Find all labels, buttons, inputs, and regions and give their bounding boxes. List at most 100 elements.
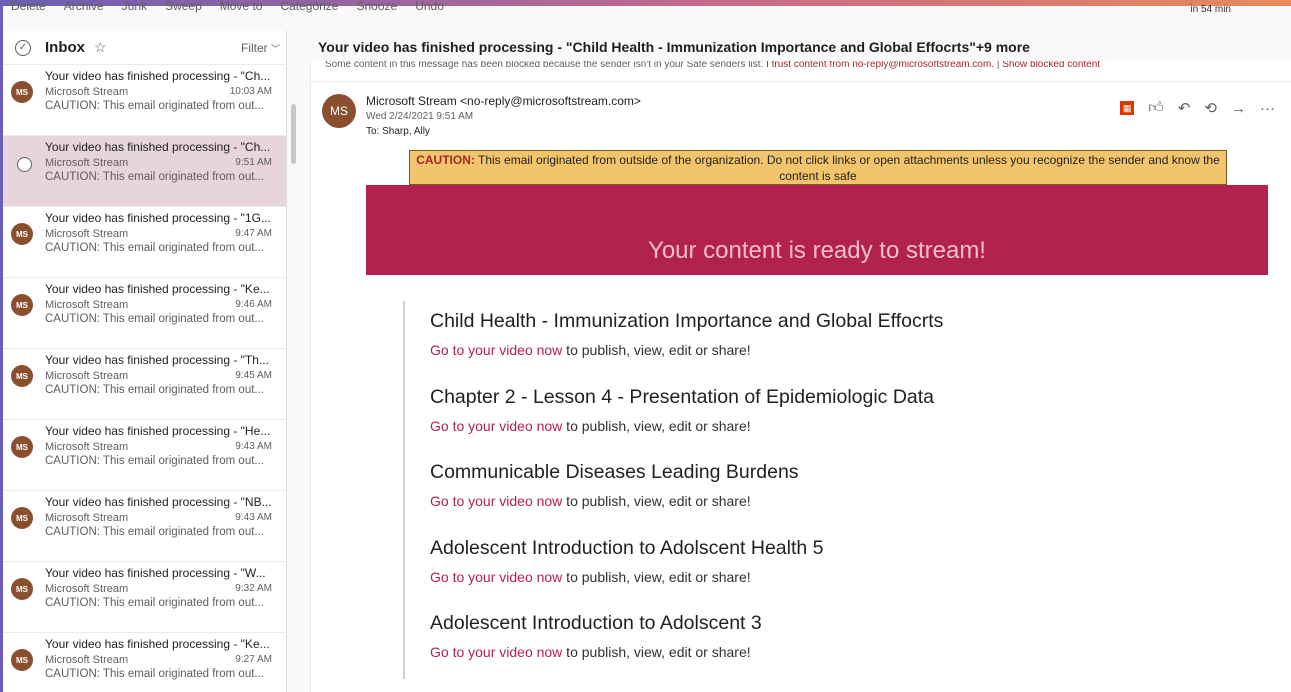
item-sender: Microsoft Stream [45,86,129,98]
caution-text: This email originated from outside of th… [478,153,1220,183]
list-item[interactable]: MS Your video has finished processing - … [3,562,286,633]
caution-label: CAUTION: [416,153,475,167]
item-sender: Microsoft Stream [45,441,129,453]
video-action-text: to publish, view, edit or share! [562,493,751,509]
avatar: MS [11,436,33,458]
toolbar-move-to[interactable]: Move to [220,0,263,13]
recipient-name[interactable]: Sharp, Ally [382,126,430,137]
toolbar-junk[interactable]: Junk [122,0,147,13]
avatar: MS [11,81,33,103]
item-preview: CAUTION: This email originated from out.… [45,597,264,609]
go-to-video-link[interactable]: Go to your video now [430,418,562,434]
item-time: 10:03 AM [229,86,272,97]
message-card: Some content in this message has been bl… [310,61,1291,692]
item-subject: Your video has finished processing - "Th… [45,353,269,367]
video-action-text: to publish, view, edit or share! [562,342,751,358]
item-subject: Your video has finished processing - "NB… [45,495,272,509]
go-to-video-link[interactable]: Go to your video now [430,342,562,358]
item-time: 9:46 AM [235,299,272,310]
reply-icon[interactable]: ↶ [1178,99,1191,117]
item-preview: CAUTION: This email originated from out.… [45,171,264,183]
video-action-text: to publish, view, edit or share! [562,417,751,434]
folder-title: Inbox [45,39,85,56]
forward-icon[interactable]: → [1231,100,1246,117]
item-subject: Your video has finished processing - "Ch… [45,140,271,154]
item-preview: CAUTION: This email originated from out.… [45,100,264,112]
item-preview: CAUTION: This email originated from out.… [45,242,264,254]
thread-more-count[interactable]: +9 more [976,39,1030,55]
go-to-video-link[interactable]: Go to your video now [430,569,562,585]
stream-banner: Your content is ready to stream! [366,185,1268,275]
list-item[interactable]: MS Your video has finished processing - … [3,349,286,420]
list-item-selected[interactable]: Your video has finished processing - "Ch… [3,136,286,207]
video-entry: Communicable Diseases Leading Burdens Go… [403,452,1263,528]
list-header: ✓ Inbox ☆ Filter ﹀ [3,31,286,65]
list-item[interactable]: MS Your video has finished processing - … [3,207,286,278]
item-time: 9:43 AM [235,441,272,452]
avatar: MS [11,223,33,245]
list-item[interactable]: MS Your video has finished processing - … [3,65,286,136]
toolbar-snooze[interactable]: Snooze [356,0,397,13]
item-sender: Microsoft Stream [45,228,129,240]
avatar: MS [11,294,33,316]
sender-avatar[interactable]: MS [322,94,356,128]
more-actions-icon[interactable]: ··· [1260,100,1275,117]
avatar: MS [11,578,33,600]
item-preview: CAUTION: This email originated from out.… [45,668,264,680]
item-subject: Your video has finished processing - "Ke… [45,637,270,651]
blocked-content-notice: Some content in this message has been bl… [325,61,1101,70]
list-scrollbar[interactable] [291,104,296,164]
video-list: Child Health - Immunization Importance a… [403,301,1263,679]
item-time: 9:47 AM [235,228,272,239]
message-date: Wed 2/24/2021 9:51 AM [366,111,474,122]
filter-button[interactable]: Filter ﹀ [241,41,280,55]
outlook-app: Delete Archive Junk Sweep Move to Catego… [3,0,1291,692]
avatar: MS [11,507,33,529]
video-action-text: to publish, view, edit or share! [562,644,751,660]
item-time: 9:43 AM [235,512,272,523]
list-item[interactable]: MS Your video has finished processing - … [3,633,286,692]
toolbar-delete[interactable]: Delete [11,0,46,13]
go-to-video-link[interactable]: Go to your video now [430,493,562,509]
item-time: 9:45 AM [235,370,272,381]
toolbar-categorize[interactable]: Categorize [280,0,338,13]
caution-banner: CAUTION: This email originated from outs… [409,150,1227,185]
list-item[interactable]: MS Your video has finished processing - … [3,491,286,562]
recipients: To: Sharp, Ally [366,126,430,137]
item-sender: Microsoft Stream [45,654,129,666]
list-item[interactable]: MS Your video has finished processing - … [3,420,286,491]
video-title: Communicable Diseases Leading Burdens [430,461,799,483]
item-subject: Your video has finished processing - "Ke… [45,282,270,296]
message-list: ✓ Inbox ☆ Filter ﹀ MS Your video has fin… [3,31,287,692]
list-item[interactable]: MS Your video has finished processing - … [3,278,286,349]
show-blocked-link[interactable]: Show blocked content [1002,61,1100,70]
select-radio[interactable] [17,157,32,172]
favorite-star-icon[interactable]: ☆ [94,39,107,56]
reminder-text[interactable]: in 54 min [1190,4,1231,14]
trust-sender-link[interactable]: I trust content from no-reply@microsofts… [766,61,994,70]
select-all-check-icon[interactable]: ✓ [15,39,31,56]
sender-address[interactable]: Microsoft Stream <no-reply@microsoftstre… [366,94,641,108]
avatar: MS [11,649,33,671]
item-subject: Your video has finished processing - "He… [45,424,271,438]
video-entry: Adolescent Introduction to Adolscent 3 G… [403,603,1263,679]
video-title: Adolescent Introduction to Adolscent 3 [430,612,762,634]
avatar: MS [11,365,33,387]
reply-all-icon[interactable]: ⟲ [1204,99,1217,117]
item-preview: CAUTION: This email originated from out.… [45,384,264,396]
go-to-video-link[interactable]: Go to your video now [430,644,562,660]
banner-text: Your content is ready to stream! [648,237,986,264]
toolbar-archive[interactable]: Archive [64,0,104,13]
item-preview: CAUTION: This email originated from out.… [45,455,264,467]
calendar-icon[interactable]: ▦ [1120,101,1135,115]
item-sender: Microsoft Stream [45,370,129,382]
item-sender: Microsoft Stream [45,157,129,169]
item-subject: Your video has finished processing - "1G… [45,211,271,225]
window-frame: Delete Archive Junk Sweep Move to Catego… [0,0,1291,692]
command-toolbar: Delete Archive Junk Sweep Move to Catego… [3,0,1291,14]
message-actions: ▦ 👍︎ ↶ ⟲ → ··· [1120,99,1275,117]
toolbar-sweep[interactable]: Sweep [165,0,202,13]
like-icon[interactable]: 👍︎ [1148,99,1164,117]
toolbar-undo[interactable]: Undo [415,0,444,13]
video-action-text: to publish, view, edit or share! [562,568,751,585]
